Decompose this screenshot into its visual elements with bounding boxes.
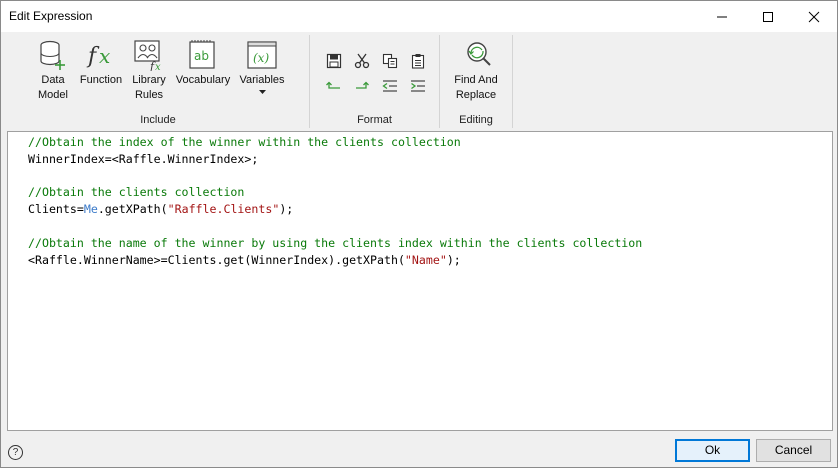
maximize-icon bbox=[763, 11, 773, 22]
minimize-button[interactable] bbox=[699, 1, 745, 32]
svg-text:ab: ab bbox=[194, 49, 209, 63]
code-token: Me bbox=[83, 202, 98, 217]
indent-icon bbox=[411, 80, 425, 92]
maximize-button[interactable] bbox=[745, 1, 791, 32]
close-icon bbox=[808, 11, 820, 22]
ribbon-group-format: Format bbox=[310, 35, 440, 128]
function-label: Function bbox=[79, 74, 123, 86]
code-token: //Obtain the name of the winner by using… bbox=[28, 235, 643, 250]
minimize-icon bbox=[717, 16, 727, 17]
data-model-button[interactable]: Data Model bbox=[33, 39, 73, 103]
data-model-label: Data Model bbox=[38, 74, 68, 101]
code-token: //Obtain the index of the winner within … bbox=[28, 135, 461, 149]
paste-button[interactable] bbox=[407, 50, 429, 72]
ribbon-group-include: Data Model f x Function f x Library Rule… bbox=[7, 35, 310, 128]
code-line: //Obtain the clients collection bbox=[28, 184, 832, 201]
redo-icon bbox=[356, 81, 369, 89]
library-rules-icon: f x bbox=[133, 39, 165, 71]
edit-expression-window: Edit Expression Data Model f x Function … bbox=[0, 0, 838, 468]
help-icon[interactable]: ? bbox=[8, 445, 23, 460]
code-line: Clients=Me.getXPath("Raffle.Clients"); bbox=[28, 201, 832, 218]
outdent-icon bbox=[382, 80, 397, 92]
code-token: ); bbox=[279, 202, 294, 217]
copy-icon bbox=[382, 53, 398, 69]
outdent-button[interactable] bbox=[379, 75, 401, 97]
ok-button[interactable]: Ok bbox=[675, 439, 750, 462]
find-replace-icon bbox=[460, 39, 492, 71]
code-token: .getXPath( bbox=[97, 202, 168, 217]
include-group-label: Include bbox=[140, 114, 176, 126]
code-line: //Obtain the name of the winner by using… bbox=[28, 235, 832, 252]
function-icon: f x bbox=[85, 39, 117, 71]
scissors-icon bbox=[354, 53, 370, 69]
undo-icon bbox=[326, 81, 340, 89]
vocabulary-button[interactable]: ab Vocabulary bbox=[173, 39, 233, 88]
library-rules-button[interactable]: f x Library Rules bbox=[129, 39, 169, 103]
code-token: <Raffle.WinnerName>=Clients.get(WinnerIn… bbox=[28, 252, 405, 267]
ribbon-toolbar: Data Model f x Function f x Library Rule… bbox=[7, 35, 833, 128]
code-token: //Obtain the clients collection bbox=[28, 185, 245, 200]
format-group-label: Format bbox=[357, 114, 392, 126]
code-token: "Name" bbox=[404, 252, 447, 267]
ribbon-group-editing: Find And Replace Editing bbox=[440, 35, 513, 128]
editing-group-label: Editing bbox=[459, 114, 493, 126]
expression-editor[interactable]: //Obtain the index of the winner within … bbox=[7, 131, 833, 431]
svg-text:x: x bbox=[99, 44, 110, 68]
save-button[interactable] bbox=[323, 50, 345, 72]
vocabulary-label: Vocabulary bbox=[175, 74, 231, 86]
close-button[interactable] bbox=[791, 1, 837, 32]
code-line: <Raffle.WinnerName>=Clients.get(WinnerIn… bbox=[28, 252, 832, 269]
library-rules-label: Library Rules bbox=[132, 74, 166, 101]
variables-icon: (x) bbox=[246, 39, 278, 71]
indent-button[interactable] bbox=[407, 75, 429, 97]
variables-dropdown[interactable]: (x) Variables bbox=[237, 39, 287, 95]
code-line: WinnerIndex=<Raffle.WinnerIndex>; bbox=[28, 151, 832, 168]
copy-button[interactable] bbox=[379, 50, 401, 72]
cancel-button[interactable]: Cancel bbox=[756, 439, 831, 462]
database-add-icon bbox=[37, 39, 69, 71]
clipboard-icon bbox=[411, 54, 425, 69]
code-token: "Raffle.Clients" bbox=[167, 202, 280, 217]
redo-button[interactable] bbox=[351, 75, 373, 97]
code-line: //Obtain the index of the winner within … bbox=[28, 134, 832, 151]
function-button[interactable]: f x Function bbox=[77, 39, 125, 88]
title-bar: Edit Expression bbox=[1, 1, 837, 32]
find-and-replace-label: Find And Replace bbox=[454, 74, 498, 101]
save-icon bbox=[326, 53, 342, 69]
cut-button[interactable] bbox=[351, 50, 373, 72]
dialog-footer: ? Ok Cancel bbox=[1, 433, 837, 467]
code-token: Clients= bbox=[28, 202, 84, 217]
svg-text:f: f bbox=[86, 44, 100, 69]
svg-text:(x): (x) bbox=[253, 51, 269, 65]
vocabulary-icon: ab bbox=[187, 39, 219, 71]
window-title: Edit Expression bbox=[9, 9, 93, 23]
code-token: WinnerIndex=<Raffle.WinnerIndex>; bbox=[28, 151, 259, 166]
chevron-down-icon bbox=[258, 90, 266, 94]
find-and-replace-button[interactable]: Find And Replace bbox=[446, 39, 506, 103]
undo-button[interactable] bbox=[323, 75, 345, 97]
svg-text:x: x bbox=[155, 62, 161, 71]
code-token: ); bbox=[446, 252, 461, 267]
variables-label: Variables bbox=[239, 74, 285, 86]
